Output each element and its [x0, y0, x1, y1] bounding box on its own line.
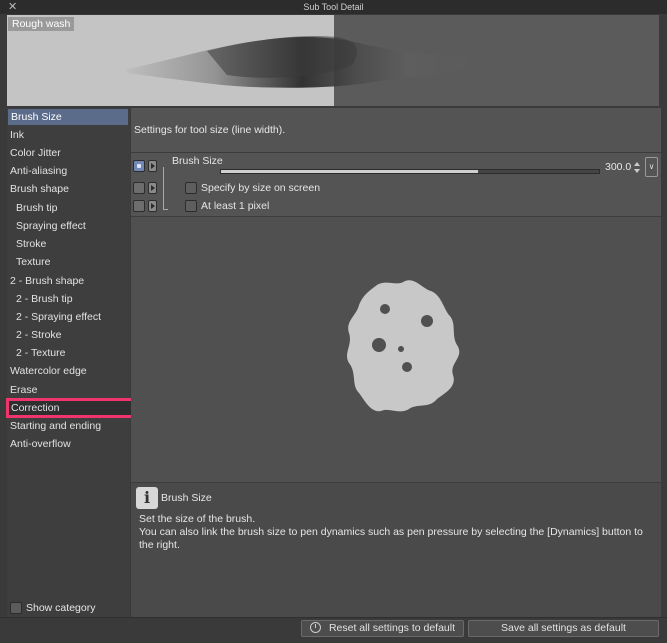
help-panel: i Brush Size Set the size of the brush. … [131, 482, 661, 618]
sidebar-item-erase[interactable]: Erase [7, 382, 130, 398]
save-all-label: Save all settings as default [501, 622, 626, 634]
sidebar-item-anti-overflow[interactable]: Anti-overflow [7, 436, 130, 452]
at-least-1-pixel-dynamics-button[interactable] [133, 200, 145, 212]
show-category-checkbox[interactable] [10, 602, 22, 614]
size-on-screen-label: Specify by size on screen [201, 182, 321, 194]
sidebar-item-brush-shape[interactable]: Brush shape [7, 181, 130, 197]
reset-icon [309, 622, 321, 633]
preview-label: Rough wash [8, 17, 75, 31]
save-all-button[interactable]: Save all settings as default [468, 620, 659, 637]
sidebar-item-correction[interactable]: Correction [6, 398, 138, 418]
sidebar-item-starting-and-ending[interactable]: Starting and ending [7, 418, 130, 434]
title-bar: ✕ Sub Tool Detail [0, 0, 667, 14]
show-category-label: Show category [26, 602, 96, 614]
option-row-size-on-screen: Specify by size on screen [131, 180, 661, 198]
window-title: Sub Tool Detail [303, 2, 364, 12]
info-icon: i [136, 487, 158, 509]
sidebar-item-texture[interactable]: Texture [7, 254, 130, 270]
option-row-at-least-1-pixel: At least 1 pixel [131, 198, 661, 216]
show-category-toggle[interactable]: Show category [10, 601, 95, 615]
brush-size-expand-button[interactable] [148, 160, 157, 172]
size-on-screen-checkbox[interactable] [185, 182, 197, 194]
at-least-1-pixel-checkbox[interactable] [185, 200, 197, 212]
sidebar-item-brush-tip[interactable]: Brush tip [7, 200, 130, 216]
help-title: Brush Size [161, 492, 212, 504]
brush-size-label: Brush Size [172, 155, 223, 167]
stroke-preview-graphic [127, 35, 477, 88]
sidebar-item-ink[interactable]: Ink [7, 127, 130, 143]
stroke-preview: Rough wash [7, 15, 659, 106]
brush-size-slider-fill [221, 170, 479, 173]
divider [131, 152, 661, 153]
help-line-1: Set the size of the brush. [139, 513, 256, 525]
category-sidebar: Brush Size Ink Color Jitter Anti-aliasin… [6, 108, 138, 618]
size-on-screen-expand-button[interactable] [148, 182, 157, 194]
sidebar-item-spraying-effect[interactable]: Spraying effect [7, 218, 130, 234]
sidebar-item-anti-aliasing[interactable]: Anti-aliasing [7, 163, 130, 179]
brush-size-value[interactable]: 300.0 [605, 161, 631, 173]
at-least-1-pixel-label: At least 1 pixel [201, 200, 270, 212]
brush-size-dynamics-button[interactable] [133, 160, 145, 172]
sidebar-item-stroke[interactable]: Stroke [7, 236, 130, 252]
help-line-3: the right. [139, 539, 180, 551]
footer-bar: Reset all settings to default Save all s… [0, 617, 667, 643]
help-line-2: You can also link the brush size to pen … [139, 526, 643, 538]
at-least-1-pixel-expand-button[interactable] [148, 200, 157, 212]
sidebar-item-2-spraying-effect[interactable]: 2 - Spraying effect [7, 309, 130, 325]
category-description: Settings for tool size (line width). [134, 124, 286, 136]
brush-size-spinner-icon[interactable] [634, 161, 641, 175]
sidebar-item-2-texture[interactable]: 2 - Texture [7, 345, 130, 361]
sidebar-item-2-brush-tip[interactable]: 2 - Brush tip [7, 291, 130, 307]
sidebar-item-2-stroke[interactable]: 2 - Stroke [7, 327, 130, 343]
sidebar-item-watercolor-edge[interactable]: Watercolor edge [7, 363, 130, 379]
reset-all-label: Reset all settings to default [328, 622, 456, 634]
sidebar-item-color-jitter[interactable]: Color Jitter [7, 145, 130, 161]
sidebar-item-brush-size[interactable]: Brush Size [8, 109, 128, 125]
reset-all-button[interactable]: Reset all settings to default [301, 620, 464, 637]
size-on-screen-dynamics-button[interactable] [133, 182, 145, 194]
dynamics-dropdown-icon[interactable]: ∨ [645, 157, 658, 177]
sidebar-item-2-brush-shape[interactable]: 2 - Brush shape [7, 273, 130, 289]
brush-size-slider[interactable] [220, 169, 600, 174]
